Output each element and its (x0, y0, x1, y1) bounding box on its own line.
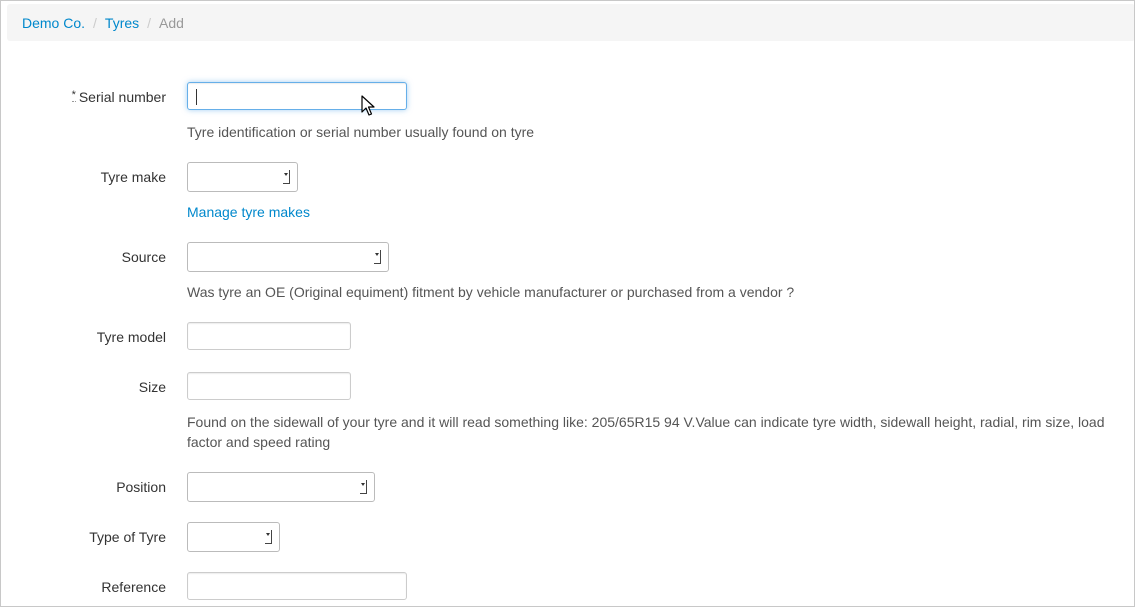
tyre-make-select[interactable] (187, 162, 298, 192)
serial-number-label: * Serial number (71, 89, 166, 105)
dropdown-arrow-icon (283, 170, 290, 184)
size-input[interactable] (187, 372, 351, 400)
dropdown-arrow-icon (360, 480, 367, 494)
size-help-line2: factor and speed rating (187, 434, 331, 450)
position-select[interactable] (187, 472, 375, 502)
size-help-line1: Found on the sidewall of your tyre and i… (187, 414, 1105, 430)
serial-number-help: Tyre identification or serial number usu… (187, 124, 535, 140)
required-marker: * (71, 89, 76, 102)
size-label: Size (138, 379, 166, 395)
manage-tyre-makes-link[interactable]: Manage tyre makes (187, 204, 310, 220)
mouse-pointer-icon (361, 95, 375, 116)
tyre-make-label: Tyre make (100, 169, 166, 185)
breadcrumb-link-tyres[interactable]: Tyres (105, 15, 139, 31)
position-label: Position (116, 479, 166, 495)
reference-input[interactable] (187, 572, 407, 600)
breadcrumb-separator: / (93, 15, 97, 31)
type-of-tyre-label: Type of Tyre (89, 529, 166, 545)
text-caret (196, 89, 197, 105)
source-help: Was tyre an OE (Original equiment) fitme… (187, 284, 795, 300)
dropdown-arrow-icon (374, 250, 381, 264)
source-select[interactable] (187, 242, 389, 272)
page-frame: Demo Co. / Tyres / Add * Serial number Tyre i… (0, 0, 1135, 607)
type-of-tyre-select[interactable] (187, 522, 280, 552)
breadcrumb-separator: / (147, 15, 152, 31)
dropdown-arrow-icon (265, 530, 272, 544)
reference-label: Reference (101, 579, 166, 595)
serial-number-label-text: Serial number (78, 89, 166, 105)
source-label: Source (121, 249, 166, 265)
breadcrumb: Demo Co. / Tyres / Add (7, 4, 1134, 41)
tyre-model-label: Tyre model (96, 329, 166, 345)
tyre-model-input[interactable] (187, 322, 351, 350)
breadcrumb-link-company[interactable]: Demo Co. (22, 15, 85, 31)
breadcrumb-current: Add (159, 15, 184, 31)
